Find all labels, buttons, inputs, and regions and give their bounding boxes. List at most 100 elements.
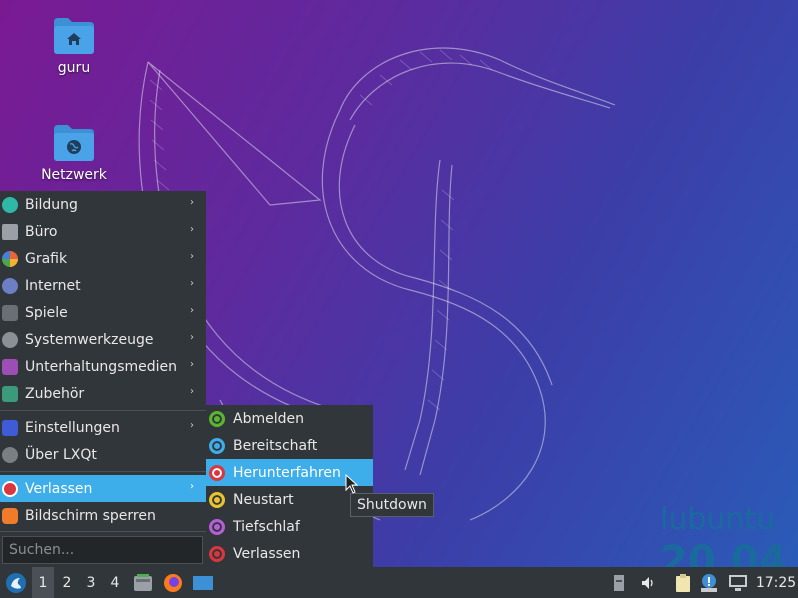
chevron-right-icon: › bbox=[190, 278, 194, 289]
lock-icon bbox=[2, 507, 18, 524]
tooltip: Shutdown bbox=[350, 493, 434, 517]
chevron-right-icon: › bbox=[190, 481, 194, 492]
removable-media-tray[interactable] bbox=[610, 567, 628, 598]
menu-item-bildschirm-sperren[interactable]: Bildschirm sperren bbox=[0, 502, 206, 529]
internet-icon bbox=[2, 277, 18, 294]
update-notifier-tray[interactable] bbox=[698, 567, 720, 598]
desktop-icon-label: Netzwerk bbox=[41, 167, 107, 183]
clipboard-tray[interactable] bbox=[672, 567, 694, 598]
menu-item-unterhaltungsmedien[interactable]: Unterhaltungsmedien › bbox=[0, 353, 206, 380]
menu-item-label: Einstellungen bbox=[25, 419, 120, 436]
taskbar: 1 2 3 4 17:25 bbox=[0, 567, 798, 598]
workspace-2[interactable]: 2 bbox=[56, 567, 78, 598]
chevron-right-icon: › bbox=[190, 305, 194, 316]
menu-item-label: Internet bbox=[25, 277, 81, 294]
menu-item-label: Über LXQt bbox=[25, 446, 97, 463]
network-monitor-icon bbox=[729, 574, 747, 591]
menu-item-label: Unterhaltungsmedien bbox=[25, 358, 178, 375]
clock[interactable]: 17:25 bbox=[755, 567, 797, 598]
menu-item-systemwerkzeuge[interactable]: Systemwerkzeuge › bbox=[0, 326, 206, 353]
menu-item-label: Büro bbox=[25, 223, 58, 240]
submenu-item-label: Neustart bbox=[233, 491, 294, 508]
show-desktop-icon bbox=[193, 575, 213, 590]
lubuntu-start-icon bbox=[6, 572, 26, 593]
submenu-item-tiefschlaf[interactable]: Tiefschlaf bbox=[206, 513, 373, 540]
chevron-right-icon: › bbox=[190, 332, 194, 343]
desktop-icon-label: guru bbox=[57, 60, 91, 76]
menu-separator bbox=[0, 531, 206, 532]
chevron-right-icon: › bbox=[190, 197, 194, 208]
logout-icon bbox=[209, 410, 225, 427]
chevron-right-icon: › bbox=[190, 359, 194, 370]
settings-icon bbox=[2, 419, 18, 436]
firefox-launcher[interactable] bbox=[162, 567, 184, 598]
menu-item-label: Grafik bbox=[25, 250, 68, 267]
volume-icon bbox=[642, 576, 653, 589]
menu-item-grafik[interactable]: Grafik › bbox=[0, 245, 206, 272]
file-manager-icon bbox=[134, 573, 152, 591]
desktop-icon-network[interactable]: Netzwerk bbox=[34, 125, 114, 183]
submenu-item-label: Abmelden bbox=[233, 410, 304, 427]
menu-item-bildung[interactable]: Bildung › bbox=[0, 191, 206, 218]
graphics-icon bbox=[2, 250, 18, 267]
standby-icon bbox=[209, 437, 225, 454]
menu-separator bbox=[0, 471, 206, 472]
system-tools-icon bbox=[2, 331, 18, 348]
menu-item-label: Systemwerkzeuge bbox=[25, 331, 154, 348]
clipboard-icon bbox=[676, 573, 690, 592]
submenu-item-bereitschaft[interactable]: Bereitschaft bbox=[206, 432, 373, 459]
submenu-item-verlassen[interactable]: Verlassen bbox=[206, 540, 373, 567]
menu-item-label: Bildung bbox=[25, 196, 78, 213]
network-tray[interactable] bbox=[727, 567, 749, 598]
menu-item-einstellungen[interactable]: Einstellungen › bbox=[0, 414, 206, 441]
mouse-cursor-icon bbox=[345, 474, 359, 494]
chevron-right-icon: › bbox=[190, 251, 194, 262]
chevron-right-icon: › bbox=[190, 224, 194, 235]
submenu-item-abmelden[interactable]: Abmelden bbox=[206, 405, 373, 432]
menu-item-verlassen[interactable]: Verlassen › bbox=[0, 475, 206, 502]
leave-icon bbox=[209, 545, 225, 562]
chevron-right-icon: › bbox=[190, 386, 194, 397]
file-manager-launcher[interactable] bbox=[132, 567, 154, 598]
submenu-item-label: Tiefschlaf bbox=[233, 518, 300, 535]
workspace-1[interactable]: 1 bbox=[32, 567, 54, 598]
accessories-icon bbox=[2, 385, 18, 402]
workspace-3[interactable]: 3 bbox=[80, 567, 102, 598]
hibernate-icon bbox=[209, 518, 225, 535]
reboot-icon bbox=[209, 491, 225, 508]
lubuntu-logo: lubuntu 20.04 bbox=[660, 502, 787, 567]
search-input[interactable]: Suchen... bbox=[2, 536, 203, 564]
volume-tray[interactable] bbox=[637, 567, 659, 598]
brand-version: 20.04 bbox=[660, 538, 787, 567]
menu-item-zubehoer[interactable]: Zubehör › bbox=[0, 380, 206, 407]
multimedia-icon bbox=[2, 358, 18, 375]
info-icon bbox=[2, 446, 18, 463]
education-icon bbox=[2, 196, 18, 213]
submenu-item-label: Verlassen bbox=[233, 545, 301, 562]
leave-icon bbox=[2, 480, 18, 497]
office-icon bbox=[2, 223, 18, 240]
menu-item-ueber-lxqt[interactable]: Über LXQt bbox=[0, 441, 206, 468]
brand-name: lubuntu bbox=[660, 502, 776, 537]
menu-item-label: Spiele bbox=[25, 304, 68, 321]
menu-item-buero[interactable]: Büro › bbox=[0, 218, 206, 245]
submenu-item-label: Bereitschaft bbox=[233, 437, 318, 454]
network-folder-icon bbox=[54, 125, 94, 161]
firefox-icon bbox=[164, 573, 182, 592]
shutdown-icon bbox=[209, 464, 225, 481]
home-folder-icon bbox=[54, 18, 94, 54]
submenu-item-label: Herunterfahren bbox=[233, 464, 341, 481]
update-notification-icon bbox=[701, 573, 717, 592]
menu-separator bbox=[0, 410, 206, 411]
desktop-icon-home[interactable]: guru bbox=[34, 18, 114, 76]
menu-item-label: Bildschirm sperren bbox=[25, 507, 156, 524]
application-menu: Bildung › Büro › Grafik › Internet › Spi… bbox=[0, 191, 206, 567]
games-icon bbox=[2, 304, 18, 321]
menu-item-internet[interactable]: Internet › bbox=[0, 272, 206, 299]
start-menu-button[interactable] bbox=[2, 567, 30, 598]
menu-item-label: Verlassen bbox=[25, 480, 93, 497]
workspace-4[interactable]: 4 bbox=[104, 567, 126, 598]
menu-item-spiele[interactable]: Spiele › bbox=[0, 299, 206, 326]
show-desktop-button[interactable] bbox=[191, 567, 215, 598]
drive-icon bbox=[614, 574, 624, 591]
